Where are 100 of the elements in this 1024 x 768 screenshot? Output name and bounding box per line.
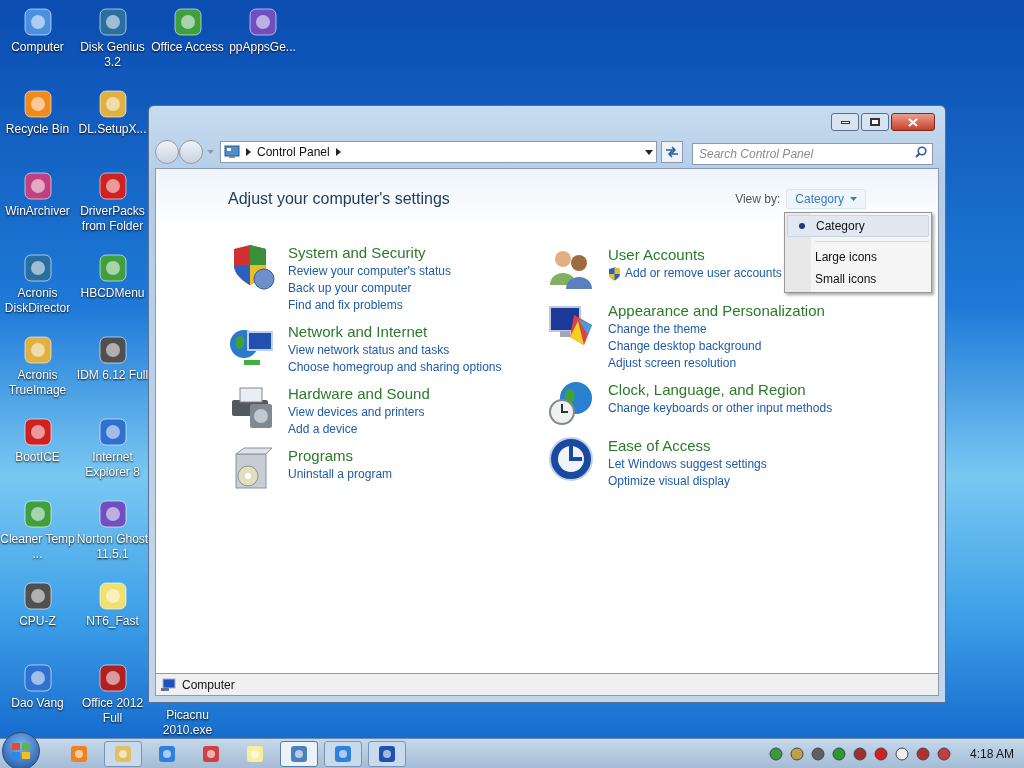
app-icon[interactable] (246, 6, 279, 38)
app-icon[interactable] (21, 580, 54, 612)
category-link[interactable]: Add or remove user accounts (625, 265, 782, 282)
icon-label: Disk Genius 3.2 (79, 40, 146, 70)
app-icon[interactable] (96, 334, 129, 366)
category-link[interactable]: Review your computer's status (288, 263, 452, 280)
caret-icon (850, 197, 857, 201)
control-panel-icon (224, 145, 240, 159)
icon-label: WinArchiver (4, 204, 71, 219)
app-icon[interactable] (96, 580, 129, 612)
app-icon (114, 744, 132, 763)
category-title[interactable]: Ease of Access (608, 436, 767, 456)
clock[interactable]: 4:18 AM (969, 744, 1014, 763)
category-link[interactable]: Find and fix problems (288, 297, 403, 314)
breadcrumb[interactable]: Control Panel (257, 143, 330, 161)
menu-item[interactable]: Category (787, 215, 929, 237)
app-icon[interactable] (96, 662, 129, 694)
menu-item[interactable]: Small icons (787, 268, 929, 290)
tray-icon[interactable] (788, 745, 805, 762)
category-link[interactable]: Choose homegroup and sharing options (288, 359, 502, 376)
search-icon (915, 146, 927, 158)
category-title[interactable]: Network and Internet (288, 322, 502, 342)
computer-icon (160, 677, 176, 692)
tray-icon[interactable] (830, 745, 847, 762)
address-bar[interactable]: Control Panel (220, 141, 657, 163)
tray-icon[interactable] (893, 745, 910, 762)
category-link[interactable]: Back up your computer (288, 280, 412, 297)
category-title[interactable]: System and Security (288, 243, 452, 263)
tray-icon[interactable] (809, 745, 826, 762)
back-button[interactable] (155, 140, 179, 164)
icon-label: HBCDMenu (79, 286, 146, 301)
windows-logo-icon (11, 741, 31, 760)
app-icon[interactable] (21, 170, 54, 202)
breadcrumb-arrow-icon[interactable] (335, 148, 341, 156)
tray-icon[interactable] (767, 745, 784, 762)
app-icon[interactable] (21, 88, 54, 120)
maximize-button[interactable] (861, 113, 889, 131)
taskbar-button[interactable] (104, 740, 142, 767)
forward-button[interactable] (179, 140, 203, 164)
taskbar-button[interactable] (280, 740, 318, 767)
app-icon[interactable] (96, 498, 129, 530)
icon-label: Cleaner Temp ... (0, 532, 75, 562)
category-link[interactable]: View devices and printers (288, 404, 425, 421)
view-by-dropdown[interactable]: Category (786, 189, 866, 209)
category-link[interactable]: Adjust screen resolution (608, 355, 737, 372)
category-link[interactable]: Optimize visual display (608, 473, 731, 490)
category-link[interactable]: Uninstall a program (288, 466, 393, 483)
category-link[interactable]: Add a device (288, 421, 358, 438)
category-link[interactable]: Let Windows suggest settings (608, 456, 767, 473)
icon-label: Picacnu 2010.exe (161, 708, 214, 738)
icon-label: Computer (10, 40, 65, 55)
app-icon[interactable] (21, 416, 54, 448)
app-icon[interactable] (21, 6, 54, 38)
category-title[interactable]: User Accounts (608, 245, 782, 265)
app-icon[interactable] (96, 170, 129, 202)
app-icon[interactable] (21, 662, 54, 694)
category-title[interactable]: Clock, Language, and Region (608, 380, 833, 400)
view-by-label: View by: (735, 191, 781, 208)
icon-label: DL.SetupX... (77, 122, 148, 137)
page-heading: Adjust your computer's settings (228, 189, 450, 209)
taskbar-button[interactable] (324, 740, 362, 767)
app-icon[interactable] (21, 334, 54, 366)
icon-label: Norton Ghost 11.5.1 (75, 532, 150, 562)
breadcrumb-arrow-icon[interactable] (246, 148, 251, 156)
category-link[interactable]: Change the theme (608, 321, 707, 338)
start-button[interactable] (2, 731, 40, 768)
category-link[interactable]: Change keyboards or other input methods (608, 400, 833, 417)
icon-label: Office Access (150, 40, 225, 55)
search-field[interactable]: Search Control Panel (692, 143, 933, 165)
minimize-button[interactable] (831, 113, 859, 131)
app-icon[interactable] (96, 416, 129, 448)
app-icon[interactable] (96, 252, 129, 284)
app-icon (378, 744, 396, 763)
app-icon (290, 744, 308, 763)
dropdown-caret-icon[interactable] (645, 149, 653, 155)
tray-icon[interactable] (872, 745, 889, 762)
category-title[interactable]: Programs (288, 446, 393, 466)
icon-label: DriverPacks from Folder (79, 204, 146, 234)
app-icon (246, 744, 264, 763)
tray-icon[interactable] (935, 745, 952, 762)
tray-icon[interactable] (914, 745, 931, 762)
refresh-button[interactable] (661, 141, 683, 163)
category-link[interactable]: View network status and tasks (288, 342, 450, 359)
category-title[interactable]: Appearance and Personalization (608, 301, 825, 321)
close-button[interactable] (891, 113, 935, 131)
app-icon[interactable] (21, 252, 54, 284)
icon-label: Acronis TrueImage (7, 368, 68, 398)
menu-item[interactable]: Large icons (787, 246, 929, 268)
status-text: Computer (182, 676, 235, 694)
category-link[interactable]: Change desktop background (608, 338, 762, 355)
app-icon[interactable] (171, 6, 204, 38)
icon-label: NT6_Fast (85, 614, 140, 629)
tray-icon[interactable] (851, 745, 868, 762)
app-icon[interactable] (96, 88, 129, 120)
app-icon[interactable] (96, 6, 129, 38)
category-title[interactable]: Hardware and Sound (288, 384, 430, 404)
icon-label: CPU-Z (18, 614, 57, 629)
icon-label: Recycle Bin (4, 122, 71, 137)
close-icon (908, 117, 918, 127)
taskbar-button[interactable] (368, 740, 406, 767)
